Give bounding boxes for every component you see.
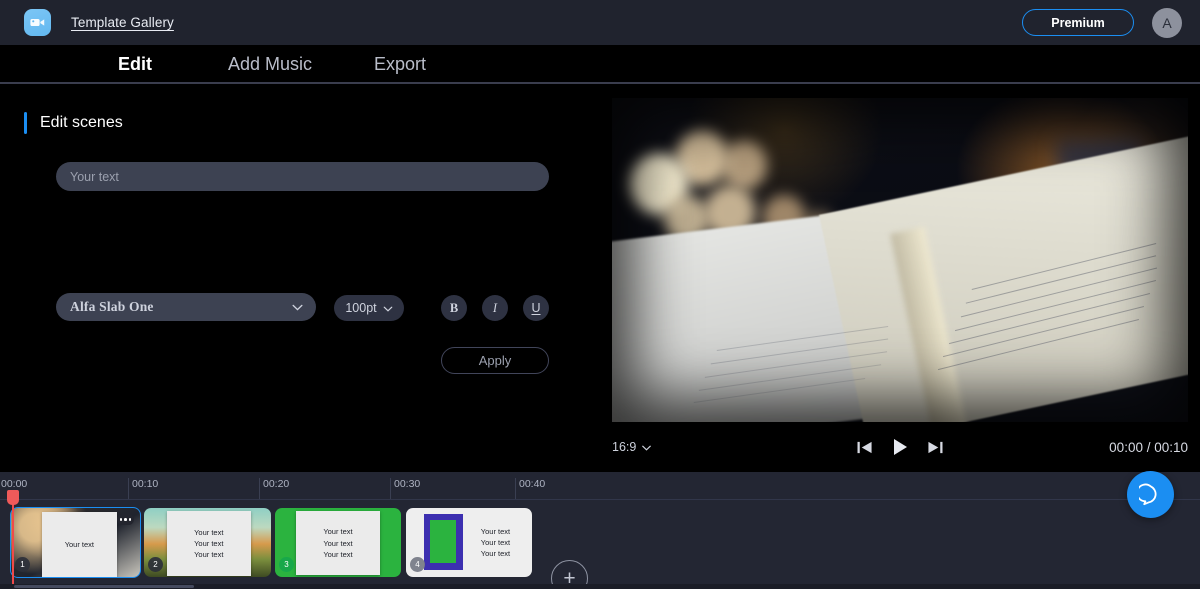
status-badge: 1 bbox=[15, 557, 30, 572]
app-root: Template Gallery Premium A Edit Add Musi… bbox=[0, 0, 1200, 589]
edit-panel: Edit scenes Alfa Slab One 100pt B I U Ap… bbox=[0, 84, 600, 472]
tab-edit[interactable]: Edit bbox=[90, 45, 180, 86]
scene-line: Your text bbox=[480, 526, 511, 536]
page-title: Edit scenes bbox=[40, 114, 123, 131]
premium-button[interactable]: Premium bbox=[1022, 9, 1134, 36]
italic-button[interactable]: I bbox=[482, 295, 508, 321]
scene-line: Your text bbox=[323, 549, 353, 559]
aspect-ratio-value: 16:9 bbox=[612, 440, 637, 454]
app-header: Template Gallery Premium A bbox=[0, 0, 1200, 45]
tab-add-music[interactable]: Add Music bbox=[210, 45, 330, 84]
scene-line: Your text bbox=[64, 539, 95, 549]
scene-line: Your text bbox=[480, 537, 511, 547]
status-badge: 2 bbox=[148, 557, 163, 572]
video-camera-icon[interactable] bbox=[24, 9, 51, 36]
scene-text-input[interactable] bbox=[56, 162, 549, 191]
skip-next-icon[interactable] bbox=[927, 440, 944, 455]
preview-panel: 16:9 00:00 / 00:10 bbox=[600, 84, 1200, 472]
table-row[interactable]: Your text Your text Your text 2 bbox=[144, 508, 271, 577]
chevron-down-icon bbox=[642, 440, 652, 454]
bold-button[interactable]: B bbox=[441, 295, 467, 321]
font-size-value: 100pt bbox=[345, 301, 377, 315]
aspect-ratio-select[interactable]: 16:9 bbox=[612, 440, 652, 454]
table-row[interactable]: Your text Your text Your text 4 bbox=[406, 508, 532, 577]
timeline-scrollbar[interactable] bbox=[0, 584, 1200, 589]
timeline-clip-strip: Your text 1 Your text Your text Your tex… bbox=[0, 507, 1200, 589]
header-actions: Premium A bbox=[1022, 7, 1182, 38]
timecode-display: 00:00 / 00:10 bbox=[1109, 439, 1188, 455]
status-badge: 3 bbox=[279, 557, 294, 572]
status-badge: 4 bbox=[410, 557, 425, 572]
font-family-value: Alfa Slab One bbox=[70, 299, 154, 314]
ruler-tick-4: 00:40 bbox=[519, 478, 546, 490]
scene-line: Your text bbox=[480, 549, 511, 559]
underline-button[interactable]: U bbox=[523, 295, 549, 321]
section-accent-bar bbox=[24, 112, 27, 134]
video-preview[interactable] bbox=[612, 98, 1188, 422]
ruler-tick-2: 00:20 bbox=[263, 478, 290, 490]
playhead-handle[interactable] bbox=[7, 490, 19, 505]
scrollbar-thumb[interactable] bbox=[14, 585, 194, 588]
scene-line: Your text bbox=[323, 527, 353, 537]
avatar[interactable]: A bbox=[1152, 7, 1182, 38]
play-icon[interactable] bbox=[892, 438, 909, 456]
font-family-select[interactable]: Alfa Slab One bbox=[56, 293, 316, 321]
tab-export[interactable]: Export bbox=[360, 45, 440, 84]
chevron-down-icon bbox=[292, 298, 303, 316]
transport-controls bbox=[857, 438, 944, 456]
template-gallery-link[interactable]: Template Gallery bbox=[71, 15, 174, 30]
chat-bubble-icon[interactable] bbox=[1127, 471, 1174, 518]
timeline-playhead[interactable] bbox=[7, 490, 19, 584]
edit-scenes-header: Edit scenes bbox=[24, 112, 123, 134]
ruler-tick-1: 00:10 bbox=[132, 478, 159, 490]
scene-line: Your text bbox=[194, 550, 224, 560]
scene-card: Your text bbox=[41, 512, 117, 577]
preview-image bbox=[612, 98, 1188, 422]
scene-line: Your text bbox=[194, 538, 224, 548]
purple-frame bbox=[423, 513, 463, 571]
timeline-panel: 00:00 00:10 00:20 00:30 00:40 Your text … bbox=[0, 472, 1200, 589]
font-size-select[interactable]: 100pt bbox=[334, 295, 404, 321]
timeline-ruler[interactable]: 00:00 00:10 00:20 00:30 00:40 bbox=[0, 478, 1200, 500]
ruler-tick-3: 00:30 bbox=[394, 478, 421, 490]
scene-card: Your text Your text Your text bbox=[166, 511, 251, 576]
scene-card: Your text Your text Your text bbox=[296, 511, 380, 575]
skip-previous-icon[interactable] bbox=[857, 440, 874, 455]
tab-add-music-label: Add Music bbox=[227, 54, 313, 74]
scene-card: Your text Your text Your text bbox=[466, 514, 524, 572]
tab-edit-label: Edit bbox=[118, 54, 152, 74]
table-row[interactable]: Your text Your text Your text 3 bbox=[275, 508, 401, 577]
player-controls: 16:9 00:00 / 00:10 bbox=[612, 430, 1188, 464]
apply-button[interactable]: Apply bbox=[441, 347, 549, 374]
tab-export-label: Export bbox=[373, 54, 427, 74]
scene-line: Your text bbox=[323, 538, 353, 548]
table-row[interactable]: Your text 1 bbox=[10, 507, 141, 578]
more-options-icon[interactable] bbox=[117, 514, 134, 525]
chevron-down-icon bbox=[383, 299, 393, 317]
scene-line: Your text bbox=[194, 527, 224, 537]
ruler-tick-0: 00:00 bbox=[1, 478, 28, 490]
tab-bar: Edit Add Music Export bbox=[0, 45, 1200, 86]
